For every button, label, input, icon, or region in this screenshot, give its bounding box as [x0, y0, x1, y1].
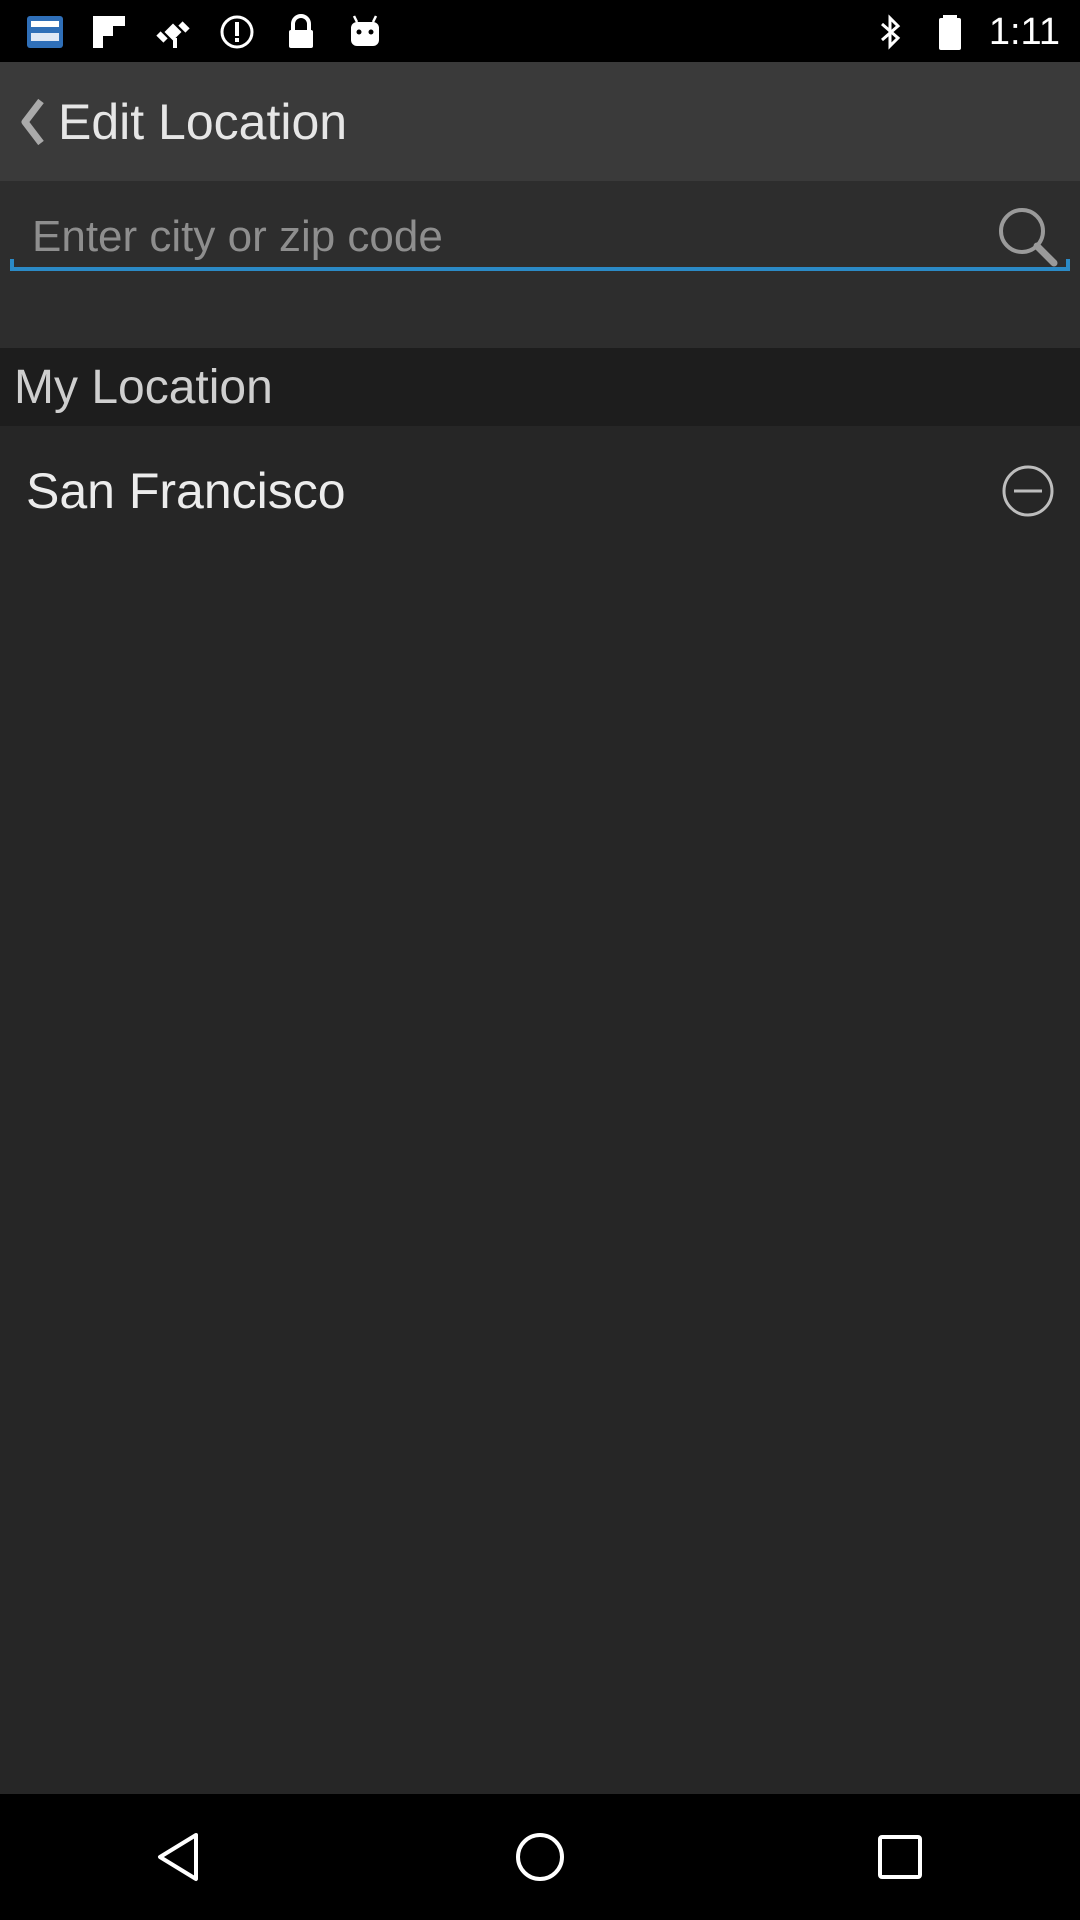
keyboard-language-icon [24, 11, 66, 53]
search-input[interactable] [30, 205, 974, 269]
lock-icon [280, 11, 322, 53]
remove-location-icon[interactable] [1000, 463, 1056, 519]
location-list-item[interactable]: San Francisco [0, 436, 1080, 546]
flipboard-icon [88, 11, 130, 53]
search-section [0, 181, 1080, 349]
recents-nav-icon[interactable] [860, 1817, 940, 1897]
navigation-bar [0, 1794, 1080, 1920]
alert-icon [216, 11, 258, 53]
back-nav-icon[interactable] [140, 1817, 220, 1897]
home-nav-icon[interactable] [500, 1817, 580, 1897]
fake-gps-icon [152, 11, 194, 53]
back-arrow-icon[interactable] [12, 92, 52, 152]
section-header: My Location [0, 348, 1080, 426]
status-bar: 1:11 [0, 0, 1080, 62]
section-title: My Location [14, 360, 273, 414]
battery-icon [929, 11, 971, 53]
action-bar: Edit Location [0, 62, 1080, 181]
search-icon[interactable] [992, 201, 1062, 271]
bluetooth-icon [869, 11, 911, 53]
page-title[interactable]: Edit Location [58, 93, 347, 151]
location-name: San Francisco [26, 463, 346, 519]
search-field [10, 205, 1070, 271]
clock: 1:11 [988, 10, 1060, 53]
android-debug-icon [344, 11, 386, 53]
